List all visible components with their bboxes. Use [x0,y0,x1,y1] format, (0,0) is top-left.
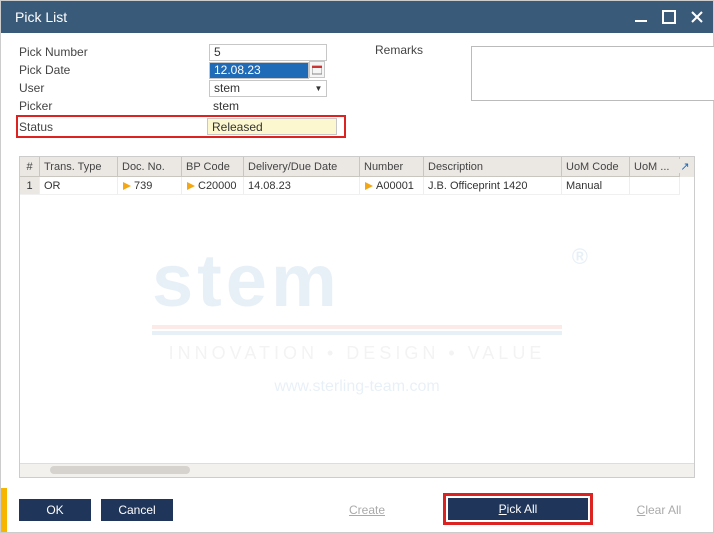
pick-date-field[interactable]: 12.08.23 [209,62,309,79]
status-field: Released [207,118,337,135]
pick-number-row: Pick Number 5 [19,43,339,61]
calendar-icon[interactable] [309,61,325,78]
col-trans-type[interactable]: Trans. Type [40,157,118,177]
cancel-button[interactable]: Cancel [101,499,173,521]
horizontal-scrollbar[interactable] [20,463,694,477]
form-area: Pick Number 5 Pick Date 12.08.23 User st… [19,43,695,138]
pick-all-label: ick All [507,502,538,516]
user-value: stem [214,81,240,95]
picker-field: stem [209,98,327,115]
popout-icon[interactable]: ↗ [678,159,692,173]
window-controls [633,9,705,25]
user-field[interactable]: stem ▼ [209,80,327,97]
col-number[interactable]: Number [360,157,424,177]
col-uom-code[interactable]: UoM Code [562,157,630,177]
row-delivery-date: 14.08.23 [244,177,360,195]
row-trans-type: OR [40,177,118,195]
row-num: 1 [20,177,40,195]
create-button[interactable]: Create [331,499,403,521]
close-button[interactable] [689,9,705,25]
status-label: Status [19,120,207,134]
titlebar: Pick List [1,1,713,33]
table-row[interactable]: 1 OR 739 C20000 14.08.23 [20,177,694,195]
user-label: User [19,81,209,95]
maximize-button[interactable] [661,9,677,25]
pick-date-row: Pick Date 12.08.23 [19,61,339,79]
pick-all-button[interactable]: Pick All [448,498,588,520]
row-uom-name [630,177,680,195]
picker-row: Picker stem [19,97,339,115]
clear-all-button[interactable]: Clear All [623,499,695,521]
col-bp-code[interactable]: BP Code [182,157,244,177]
scrollbar-thumb[interactable] [50,466,190,474]
row-number[interactable]: A00001 [360,177,424,195]
user-row: User stem ▼ [19,79,339,97]
minimize-button[interactable] [633,9,649,25]
content-area: Pick Number 5 Pick Date 12.08.23 User st… [1,33,713,488]
ok-button[interactable]: OK [19,499,91,521]
remarks-label: Remarks [375,43,423,101]
pick-number-label: Pick Number [19,45,209,59]
pick-date-label: Pick Date [19,63,209,77]
grid: ↗ # Trans. Type Doc. No. BP Code Deliver… [19,156,695,478]
col-description[interactable]: Description [424,157,562,177]
pick-number-field[interactable]: 5 [209,44,327,61]
grid-header: # Trans. Type Doc. No. BP Code Delivery/… [20,157,694,177]
window: Pick List Pick Number 5 Pick Date [0,0,714,533]
col-doc-no[interactable]: Doc. No. [118,157,182,177]
col-uom-name[interactable]: UoM ... [630,157,680,177]
pick-all-highlight: Pick All [443,493,593,525]
grid-wrap: stem® INNOVATION • DESIGN • VALUE www.st… [19,156,695,478]
status-row: Status Released [19,118,343,135]
remarks-textarea[interactable] [471,46,714,101]
dropdown-icon: ▼ [312,82,325,95]
window-title: Pick List [15,9,67,25]
row-uom-code: Manual [562,177,630,195]
grid-body[interactable]: 1 OR 739 C20000 14.08.23 [20,177,694,463]
picker-label: Picker [19,99,209,113]
col-num[interactable]: # [20,157,40,177]
row-doc-no[interactable]: 739 [118,177,182,195]
footer: OK Cancel Create Pick All Clear All [1,488,713,532]
col-delivery-date[interactable]: Delivery/Due Date [244,157,360,177]
link-arrow-icon [364,181,374,191]
status-highlight: Status Released [16,115,346,138]
form-left: Pick Number 5 Pick Date 12.08.23 User st… [19,43,339,138]
row-description: J.B. Officeprint 1420 [424,177,562,195]
remarks-area: Remarks [363,43,714,138]
row-bp-code[interactable]: C20000 [182,177,244,195]
link-arrow-icon [186,181,196,191]
link-arrow-icon [122,181,132,191]
